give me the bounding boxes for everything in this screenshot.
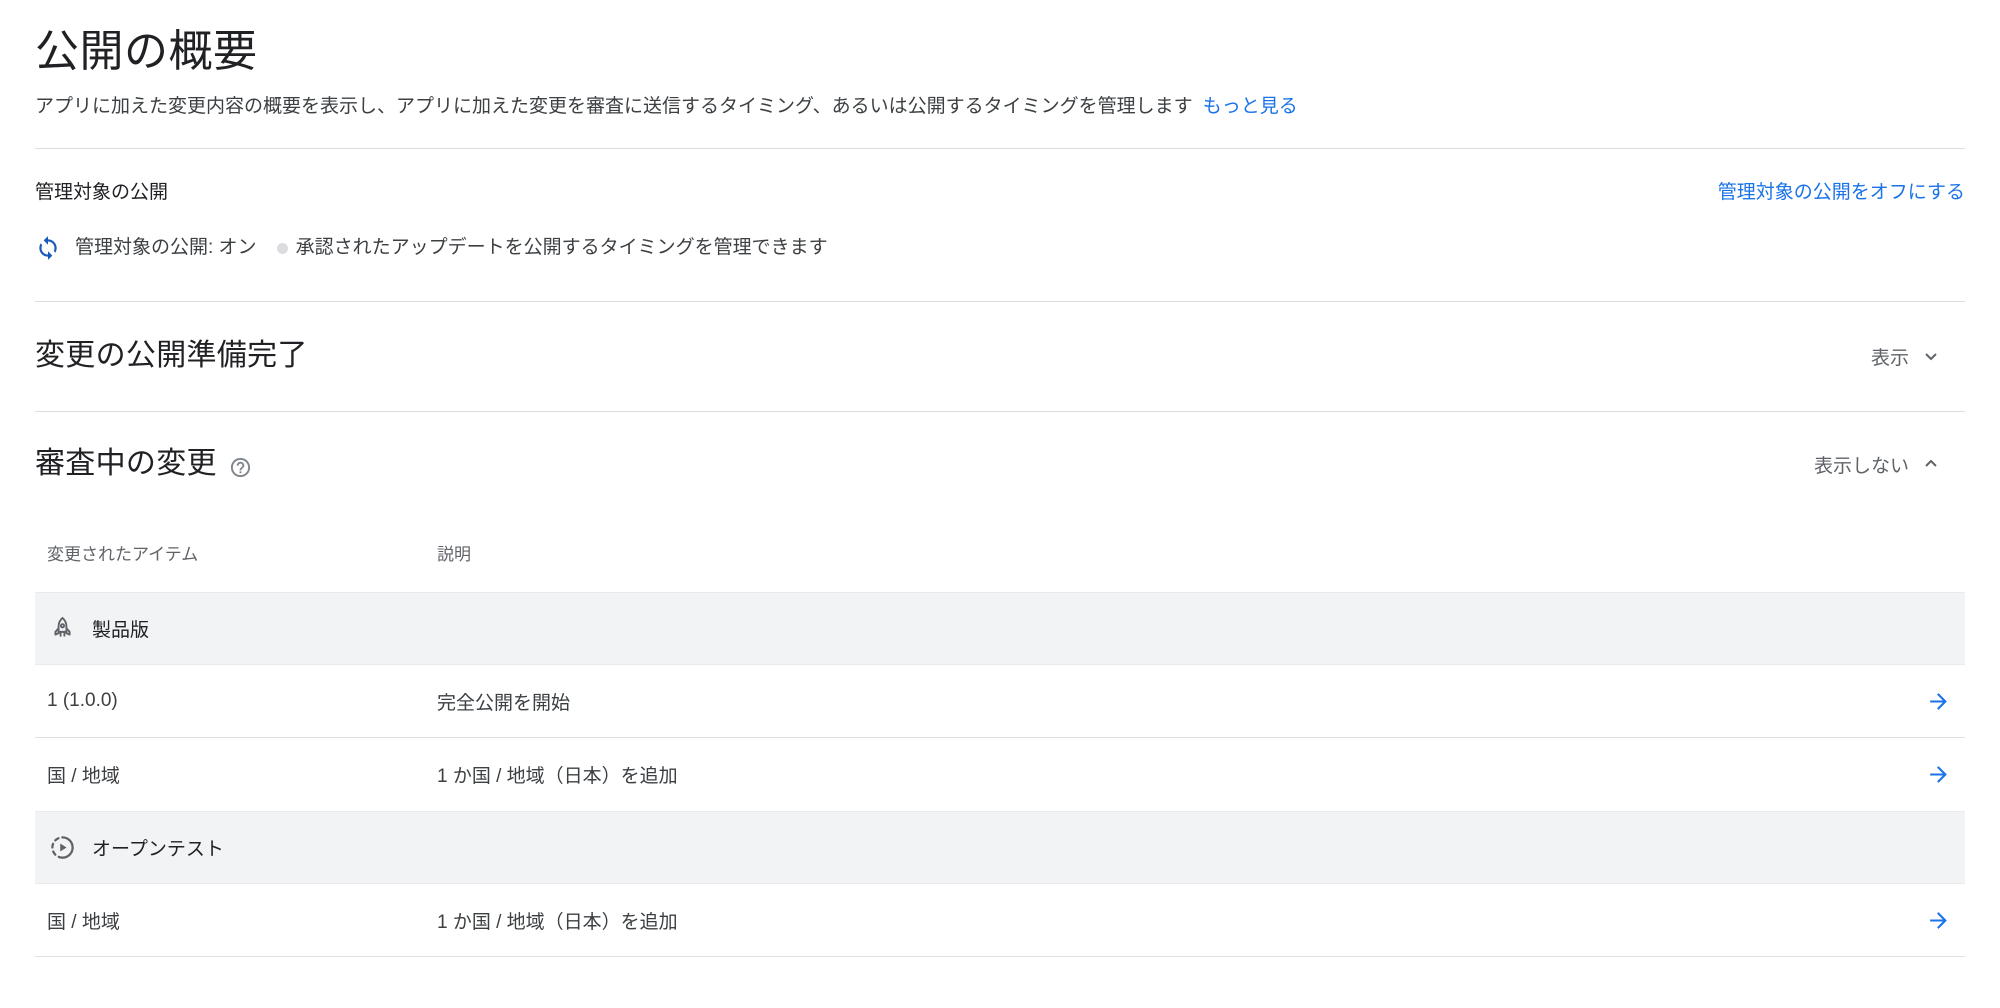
row-item-cell: 1 (1.0.0) <box>35 690 437 712</box>
managed-publishing-status: 管理対象の公開: オン <box>75 236 257 260</box>
rocket-icon <box>49 615 76 642</box>
learn-more-link[interactable]: もっと見る <box>1203 96 1298 117</box>
chevron-up-icon <box>1919 452 1943 476</box>
sync-icon <box>35 235 61 261</box>
managed-publishing-status-description: 承認されたアップデートを公開するタイミングを管理できます <box>296 236 828 260</box>
managed-publishing-status-row: 管理対象の公開: オン 承認されたアップデートを公開するタイミングを管理できます <box>35 235 1965 261</box>
row-detail-arrow-button[interactable] <box>1926 908 1951 933</box>
row-item-cell: 国 / 地域 <box>35 761 437 788</box>
table-row: 国 / 地域 1 か国 / 地域（日本）を追加 <box>35 738 1965 811</box>
ready-section-toggle[interactable]: 表示 <box>1871 343 1943 370</box>
ready-section-title: 変更の公開準備完了 <box>35 336 308 376</box>
ready-toggle-label: 表示 <box>1871 343 1909 370</box>
row-detail-arrow-button[interactable] <box>1926 762 1951 787</box>
row-item-cell: 国 / 地域 <box>35 907 437 934</box>
track-group-row-production: 製品版 <box>35 592 1965 665</box>
arrow-forward-icon <box>1926 762 1951 787</box>
track-group-label: オープンテスト <box>92 834 224 861</box>
table-row: 国 / 地域 1 か国 / 地域（日本）を追加 <box>35 884 1965 957</box>
help-icon[interactable] <box>229 456 252 479</box>
in-review-section: 審査中の変更 表示しない 変更されたアイテム 説明 <box>35 412 1965 957</box>
open-testing-icon <box>49 834 76 861</box>
page-title: 公開の概要 <box>35 26 1965 78</box>
in-review-section-toggle[interactable]: 表示しない <box>1814 451 1943 478</box>
table-header-row: 変更されたアイテム 説明 <box>35 512 1965 592</box>
page-description-text: アプリに加えた変更内容の概要を表示し、アプリに加えた変更を審査に送信するタイミン… <box>35 96 1193 117</box>
page-description: アプリに加えた変更内容の概要を表示し、アプリに加えた変更を審査に送信するタイミン… <box>35 94 1965 120</box>
column-header-item: 変更されたアイテム <box>35 540 437 565</box>
row-description-cell: 1 か国 / 地域（日本）を追加 <box>437 907 1885 934</box>
publishing-overview-page: 公開の概要 アプリに加えた変更内容の概要を表示し、アプリに加えた変更を審査に送信… <box>0 26 2000 957</box>
managed-publishing-off-link[interactable]: 管理対象の公開をオフにする <box>1718 181 1965 205</box>
track-group-row-open-testing: オープンテスト <box>35 811 1965 884</box>
managed-publishing-label: 管理対象の公開 <box>35 181 168 205</box>
table-row: 1 (1.0.0) 完全公開を開始 <box>35 665 1965 738</box>
managed-publishing-section: 管理対象の公開 管理対象の公開をオフにする 管理対象の公開: オン 承認されたア… <box>35 149 1965 301</box>
row-detail-arrow-button[interactable] <box>1926 689 1951 714</box>
in-review-section-title: 審査中の変更 <box>35 444 217 484</box>
arrow-forward-icon <box>1926 689 1951 714</box>
column-header-description: 説明 <box>437 540 1885 565</box>
track-group-label: 製品版 <box>92 615 149 642</box>
row-description-cell: 完全公開を開始 <box>437 688 1885 715</box>
arrow-forward-icon <box>1926 908 1951 933</box>
changes-table: 変更されたアイテム 説明 製品版 1 (1.0.0 <box>35 512 1965 957</box>
row-description-cell: 1 か国 / 地域（日本）を追加 <box>437 761 1885 788</box>
chevron-down-icon <box>1919 344 1943 368</box>
in-review-toggle-label: 表示しない <box>1814 451 1909 478</box>
ready-to-publish-section: 変更の公開準備完了 表示 <box>35 302 1965 411</box>
dot-separator-icon <box>277 243 288 254</box>
